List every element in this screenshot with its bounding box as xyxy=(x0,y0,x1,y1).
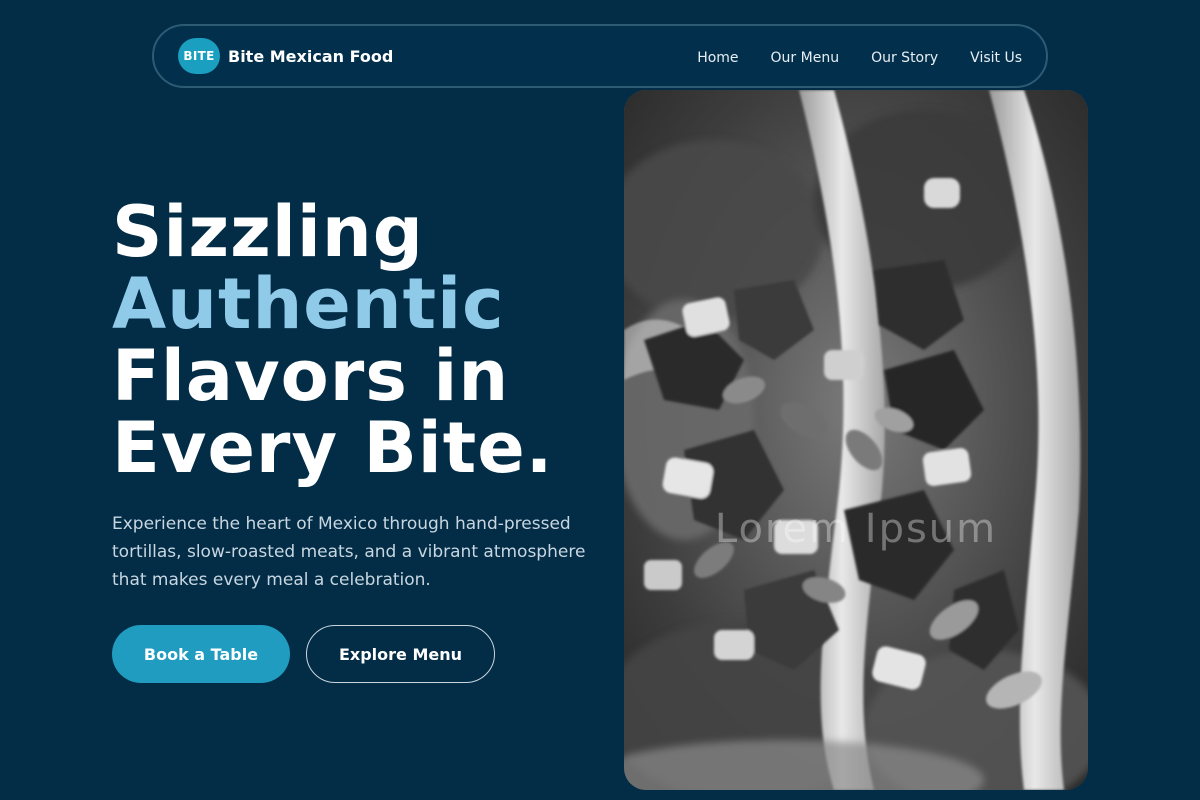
brand-logo-link[interactable]: BITE Bite Mexican Food xyxy=(178,38,393,74)
nav-link-our-menu[interactable]: Our Menu xyxy=(771,50,840,66)
hero-title-accent: Authentic xyxy=(112,263,505,345)
image-watermark: Lorem Ipsum xyxy=(714,506,998,552)
page: BITE Bite Mexican Food Home Our Menu Our… xyxy=(0,0,1200,800)
hero-title-line-4: Every Bite. xyxy=(112,407,554,489)
brand-name: Bite Mexican Food xyxy=(228,46,394,66)
hero-title: Sizzling Authentic Flavors in Every Bite… xyxy=(112,196,592,484)
nav-link-home[interactable]: Home xyxy=(697,50,738,66)
book-table-button[interactable]: Book a Table xyxy=(112,625,290,683)
nav-link-our-story[interactable]: Our Story xyxy=(871,50,938,66)
hero-title-line-1: Sizzling xyxy=(112,191,424,273)
tacos-photo-illustration xyxy=(624,90,1088,790)
hero-title-line-3: Flavors in xyxy=(112,335,510,417)
brand-badge: BITE xyxy=(178,38,220,74)
navbar: BITE Bite Mexican Food Home Our Menu Our… xyxy=(152,24,1048,88)
hero-buttons: Book a Table Explore Menu xyxy=(112,625,495,683)
nav-link-visit-us[interactable]: Visit Us xyxy=(970,50,1022,66)
tacos-photo: Lorem Ipsum xyxy=(624,90,1088,790)
hero-description: Experience the heart of Mexico through h… xyxy=(112,514,586,590)
explore-menu-button[interactable]: Explore Menu xyxy=(306,625,495,683)
nav-links: Home Our Menu Our Story Visit Us xyxy=(697,47,1022,66)
